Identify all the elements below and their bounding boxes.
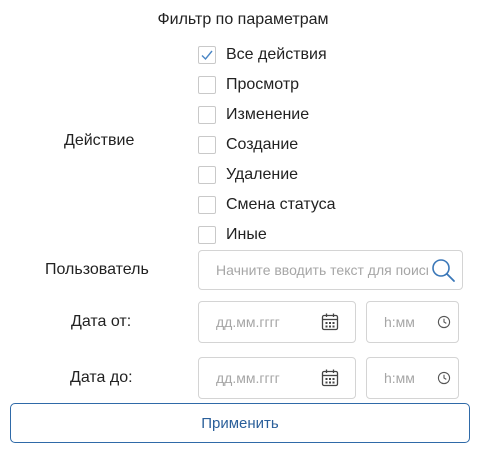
checkmark-icon [201,50,213,61]
time-to-placeholder: h:мм [384,370,415,386]
date-to-input[interactable]: дд.мм.гггг [198,357,356,399]
clock-icon[interactable] [436,370,452,386]
calendar-icon[interactable] [319,311,341,333]
apply-button[interactable]: Применить [10,403,470,443]
user-label: Пользователь [45,261,149,278]
checkbox-box[interactable] [198,106,216,124]
action-label: Действие [64,132,135,149]
checkbox-view[interactable]: Просмотр [198,70,336,100]
checkbox-label: Изменение [226,106,310,123]
checkbox-label: Просмотр [226,76,300,93]
checkbox-label: Иные [226,226,267,243]
date-to-placeholder: дд.мм.гггг [216,370,280,386]
time-to-input[interactable]: h:мм [366,357,459,399]
checkbox-all-actions[interactable]: Все действия [198,40,336,70]
date-from-label: Дата от: [71,313,132,330]
time-from-placeholder: h:мм [384,314,415,330]
date-from-placeholder: дд.мм.гггг [216,314,280,330]
user-search-placeholder: Начните вводить текст для поиска [216,262,428,278]
checkbox-box[interactable] [198,46,216,64]
search-icon[interactable] [428,255,458,285]
checkbox-create[interactable]: Создание [198,130,336,160]
time-from-input[interactable]: h:мм [366,301,459,343]
date-to-label: Дата до: [70,369,133,386]
checkbox-label: Все действия [226,46,327,63]
checkbox-label: Смена статуса [226,196,336,213]
checkbox-box[interactable] [198,76,216,94]
checkbox-box[interactable] [198,166,216,184]
checkbox-delete[interactable]: Удаление [198,160,336,190]
date-from-input[interactable]: дд.мм.гггг [198,301,356,343]
checkbox-box[interactable] [198,196,216,214]
checkbox-box[interactable] [198,136,216,154]
checkbox-other[interactable]: Иные [198,220,336,250]
action-checkbox-list: Все действия Просмотр Изменение Создание… [198,40,336,250]
clock-icon[interactable] [436,314,452,330]
checkbox-edit[interactable]: Изменение [198,100,336,130]
filter-title: Фильтр по параметрам [157,11,329,28]
checkbox-box[interactable] [198,226,216,244]
user-search-input[interactable]: Начните вводить текст для поиска [198,250,463,290]
checkbox-status-change[interactable]: Смена статуса [198,190,336,220]
calendar-icon[interactable] [319,367,341,389]
checkbox-label: Удаление [226,166,299,183]
checkbox-label: Создание [226,136,299,153]
